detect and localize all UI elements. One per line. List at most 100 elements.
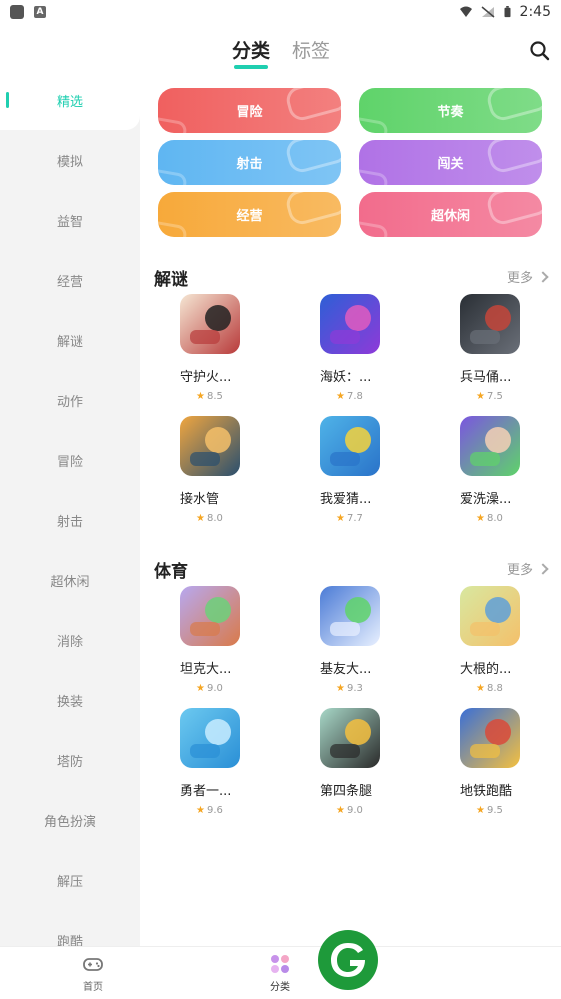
stickman-icon[interactable]	[180, 294, 240, 354]
game-artwork	[470, 305, 511, 344]
sidebar-item-hypercasual[interactable]: 超休闲	[0, 550, 140, 610]
more-link[interactable]: 更多	[507, 559, 549, 578]
game-card[interactable]: 勇者一... ★ 9.6	[140, 708, 250, 816]
star-icon: ★	[196, 391, 205, 402]
gamepad-icon	[158, 219, 188, 237]
gamepad-icon	[283, 192, 341, 228]
category-pill-label: 冒险	[236, 105, 263, 120]
star-icon: ★	[336, 683, 345, 694]
snowball-icon[interactable]	[320, 586, 380, 646]
sidebar-item-label: 益智	[56, 214, 83, 230]
muscle-man-icon[interactable]	[180, 586, 240, 646]
game-artwork	[470, 719, 511, 758]
battery-icon	[504, 6, 511, 18]
category-pill-management[interactable]: 经营	[158, 192, 341, 237]
category-sidebar: 精选 模拟 益智 经营 解谜 动作 冒险 射击 超休闲 消除 换装 塔防 角色扮…	[0, 70, 140, 946]
kick-icon[interactable]	[460, 586, 520, 646]
chevron-right-icon	[537, 270, 549, 283]
active-tab-indicator	[234, 65, 268, 69]
star-icon: ★	[336, 513, 345, 524]
game-score-value: 7.5	[486, 391, 503, 402]
sidebar-item-riddle[interactable]: 解谜	[0, 310, 140, 370]
warrior-icon[interactable]	[460, 294, 520, 354]
tab-category[interactable]: 分类	[232, 36, 270, 63]
game-name: 基友大...	[320, 662, 372, 677]
sidebar-item-relax[interactable]: 解压	[0, 850, 140, 910]
game-card[interactable]: 大根的... ★ 8.8	[420, 586, 530, 694]
game-card[interactable]: 守护火... ★ 8.5	[140, 294, 250, 402]
sidebar-item-label: 冒险	[56, 454, 83, 470]
pipe-icon[interactable]	[180, 416, 240, 476]
game-name: 海妖：...	[320, 370, 372, 385]
game-artwork	[330, 427, 371, 466]
subway-icon[interactable]	[460, 708, 520, 768]
category-pill-label: 超休闲	[430, 209, 470, 224]
game-score-value: 8.0	[486, 513, 503, 524]
game-rating: ★ 8.0	[476, 513, 530, 524]
sidebar-item-parkour[interactable]: 跑酷	[0, 910, 140, 947]
game-card[interactable]: 第四条腿 ★ 9.0	[280, 708, 390, 816]
game-score-value: 9.0	[206, 683, 223, 694]
sidebar-item-label: 角色扮演	[43, 814, 96, 830]
sidebar-item-label: 解压	[56, 874, 83, 890]
bottom-navigation: 首页 分类	[0, 946, 561, 999]
game-rating: ★ 7.7	[336, 513, 390, 524]
star-icon: ★	[196, 805, 205, 816]
sidebar-item-label: 模拟	[56, 154, 83, 170]
nav-category[interactable]: 分类	[250, 953, 310, 993]
word-puzzle-icon[interactable]	[320, 416, 380, 476]
gamepad-icon	[359, 115, 389, 133]
sea-monster-icon[interactable]	[320, 294, 380, 354]
nav-category-label: 分类	[270, 982, 290, 993]
more-link[interactable]: 更多	[507, 267, 549, 286]
signal-icon	[481, 6, 495, 18]
category-pill-adventure[interactable]: 冒险	[158, 88, 341, 133]
sidebar-item-adventure[interactable]: 冒险	[0, 430, 140, 490]
sidebar-item-rpg[interactable]: 角色扮演	[0, 790, 140, 850]
game-card[interactable]: 海妖：... ★ 7.8	[280, 294, 390, 402]
sidebar-item-featured[interactable]: 精选	[0, 70, 140, 130]
star-icon: ★	[476, 391, 485, 402]
game-score-value: 7.7	[346, 513, 363, 524]
sidebar-item-action[interactable]: 动作	[0, 370, 140, 430]
game-rating: ★ 9.0	[196, 683, 250, 694]
sidebar-item-shooting[interactable]: 射击	[0, 490, 140, 550]
category-pill-hypercasual[interactable]: 超休闲	[359, 192, 542, 237]
game-name: 坦克大...	[180, 662, 232, 677]
game-name: 第四条腿	[320, 784, 373, 799]
gamepad-icon	[283, 88, 341, 124]
sidebar-item-match[interactable]: 消除	[0, 610, 140, 670]
game-artwork	[470, 597, 511, 636]
game-card[interactable]: 我爱猜... ★ 7.7	[280, 416, 390, 524]
game-card[interactable]: 接水管 ★ 8.0	[140, 416, 250, 524]
game-rating: ★ 9.5	[476, 805, 530, 816]
robot-legs-icon[interactable]	[320, 708, 380, 768]
game-card[interactable]: 地铁跑酷 ★ 9.5	[420, 708, 530, 816]
game-card[interactable]: 基友大... ★ 9.3	[280, 586, 390, 694]
game-name: 爱洗澡...	[460, 492, 512, 507]
game-artwork	[190, 305, 231, 344]
gamepad-icon	[484, 140, 542, 176]
category-pill-shooting[interactable]: 射击	[158, 140, 341, 185]
search-icon[interactable]	[529, 40, 551, 62]
chevron-right-icon	[537, 562, 549, 575]
star-icon: ★	[476, 513, 485, 524]
category-pill-rhythm[interactable]: 节奏	[359, 88, 542, 133]
blue-crowd-icon[interactable]	[180, 708, 240, 768]
tab-tags[interactable]: 标签	[292, 36, 330, 63]
sidebar-item-management[interactable]: 经营	[0, 250, 140, 310]
gamepad-icon	[484, 192, 542, 228]
category-pill-levels[interactable]: 闯关	[359, 140, 542, 185]
spray-icon[interactable]	[460, 416, 520, 476]
sidebar-item-simulation[interactable]: 模拟	[0, 130, 140, 190]
sidebar-item-puzzle[interactable]: 益智	[0, 190, 140, 250]
sidebar-item-dressup[interactable]: 换装	[0, 670, 140, 730]
game-card[interactable]: 坦克大... ★ 9.0	[140, 586, 250, 694]
nav-home[interactable]: 首页	[63, 953, 123, 993]
game-card[interactable]: 兵马俑... ★ 7.5	[420, 294, 530, 402]
game-card[interactable]: 爱洗澡... ★ 8.0	[420, 416, 530, 524]
a-notification-icon: A	[34, 6, 46, 18]
star-icon: ★	[196, 683, 205, 694]
sidebar-item-tower-defense[interactable]: 塔防	[0, 730, 140, 790]
gamepad-icon	[484, 88, 542, 124]
